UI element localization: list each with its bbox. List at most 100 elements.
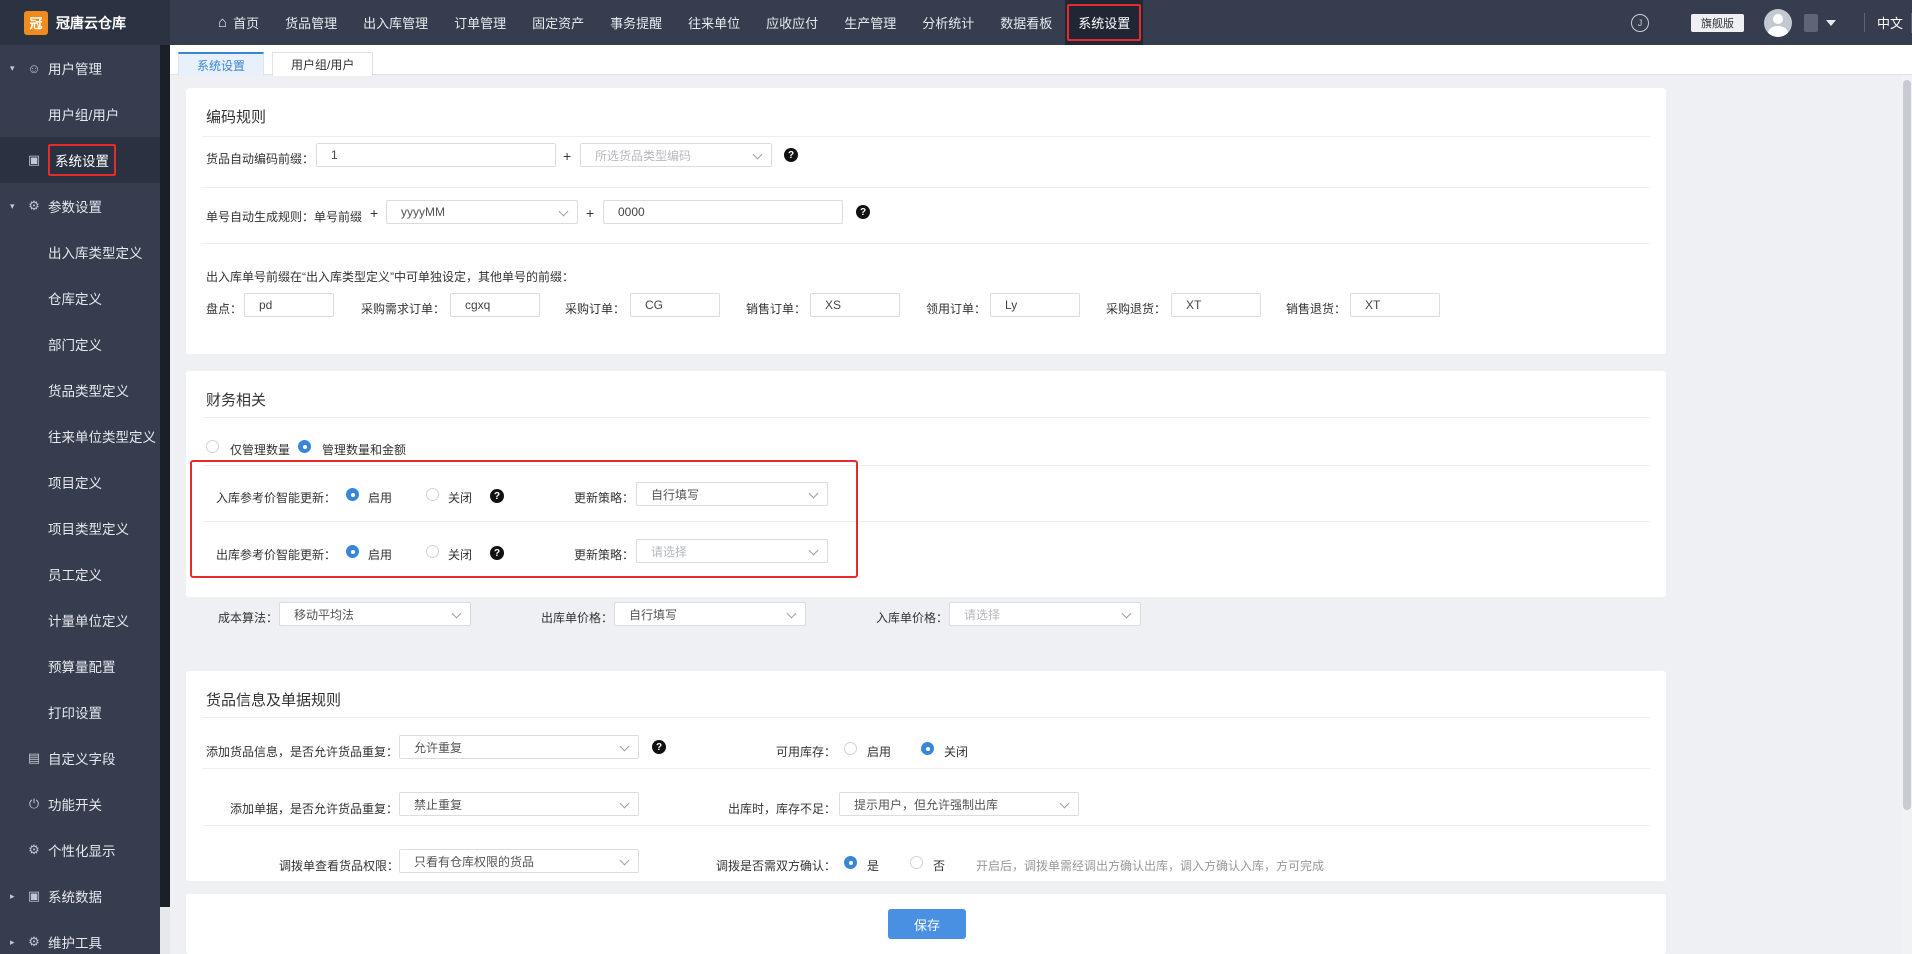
finance-title: 财务相关 [206, 392, 267, 409]
prefix-label-purchase-demand: 采购需求订单： [361, 302, 446, 316]
language-switch[interactable]: 中文 [1863, 13, 1903, 32]
add-doc-dup-label: 添加单据，是否允许货品重复： [230, 802, 399, 816]
sidebar-group-system-data[interactable]: ▸ ▣ 系统数据 [0, 873, 160, 919]
radio-transfer-confirm-yes[interactable] [844, 856, 857, 869]
sidebar-item-personalize[interactable]: ⚙ 个性化显示 [0, 827, 160, 873]
nav-item-home[interactable]: ⌂ 首页 [205, 0, 272, 45]
chevron-down-icon[interactable] [1825, 19, 1836, 26]
chevron-down-icon [619, 741, 630, 752]
transfer-view-label: 调拨单查看货品权限： [279, 859, 400, 873]
goods-prefix-input[interactable]: 1 [316, 143, 556, 167]
divider [202, 187, 1650, 188]
logo-icon: 冠 [24, 10, 48, 35]
order-serial-input[interactable]: 0000 [603, 200, 843, 224]
sidebar-item-project-types[interactable]: 项目类型定义 [0, 505, 160, 551]
sidebar-item-partner-types[interactable]: 往来单位类型定义 [0, 413, 160, 459]
prefix-input-purchase-return[interactable]: XT [1171, 293, 1261, 317]
divider [202, 825, 1650, 826]
plus-sign: + [370, 205, 379, 221]
prefix-input-stocktake[interactable]: pd [244, 293, 334, 317]
chevron-down-icon [752, 149, 763, 160]
notification-circle-icon[interactable]: J [1630, 13, 1649, 32]
add-goods-dup-select[interactable]: 允许重复 [399, 735, 639, 759]
radio-transfer-confirm-no[interactable] [910, 856, 923, 869]
sidebar-item-departments[interactable]: 部门定义 [0, 321, 160, 367]
sidebar-scrollbar-thumb[interactable] [160, 45, 170, 907]
radio-qty-only[interactable] [206, 440, 219, 453]
nav-item-system-settings[interactable]: 系统设置 [1065, 0, 1144, 45]
prefix-label-stocktake: 盘点： [206, 302, 243, 316]
sidebar-group-parameters[interactable]: ▾ ⚙ 参数设置 [0, 183, 160, 229]
sidebar-item-projects[interactable]: 项目定义 [0, 459, 160, 505]
gear-icon: ⚙ [28, 198, 40, 213]
sidebar-item-custom-fields[interactable]: ▤ 自定义字段 [0, 735, 160, 781]
sidebar-item-inout-types[interactable]: 出入库类型定义 [0, 229, 160, 275]
sidebar-item-goods-types[interactable]: 货品类型定义 [0, 367, 160, 413]
plus-sign: + [586, 205, 595, 221]
label-qty-and-amount: 管理数量和金额 [322, 443, 407, 457]
edition-badge: 旗舰版 [1690, 13, 1744, 32]
order-date-format-select[interactable]: yyyyMM [386, 200, 578, 224]
sidebar-item-print[interactable]: 打印设置 [0, 689, 160, 735]
content-scrollbar-thumb[interactable] [1903, 80, 1911, 810]
prefix-label-requisition: 领用订单： [926, 302, 987, 316]
out-insufficient-label: 出库时，库存不足： [728, 802, 837, 816]
out-unit-price-select[interactable]: 自行填写 [614, 602, 806, 626]
sidebar-item-system-settings[interactable]: ▣ 系统设置 [0, 137, 160, 183]
radio-available-stock-enable[interactable] [844, 742, 857, 755]
user-icon: ☺ [27, 60, 41, 76]
out-insufficient-select[interactable]: 提示用户，但允许强制出库 [839, 792, 1079, 816]
sidebar-item-budget[interactable]: 预算量配置 [0, 643, 160, 689]
prefix-input-purchase-demand[interactable]: cgxq [450, 293, 540, 317]
tab-user-groups[interactable]: 用户组/用户 [272, 52, 374, 76]
logo[interactable]: 冠 冠唐云仓库 [0, 0, 170, 45]
sidebar-item-employees[interactable]: 员工定义 [0, 551, 160, 597]
monitor-icon: ▣ [27, 152, 41, 167]
label-qty-only: 仅管理数量 [230, 443, 291, 457]
nav-item-dashboard[interactable]: 数据看板 [987, 0, 1065, 45]
sidebar-item-user-groups[interactable]: 用户组/用户 [0, 91, 160, 137]
in-unit-price-select[interactable]: 请选择 [949, 602, 1141, 626]
finance-card: 财务相关 仅管理数量 管理数量和金额 入库参考价智能更新： 启用 关闭 ? 更新… [186, 371, 1666, 597]
nav-item-receivables[interactable]: 应收应付 [753, 0, 831, 45]
tab-system-settings[interactable]: 系统设置 [178, 52, 265, 76]
sidebar-item-feature-switch[interactable]: ⏻ 功能开关 [0, 781, 160, 827]
prefix-input-requisition[interactable]: Ly [990, 293, 1080, 317]
divider [202, 417, 1650, 418]
prefix-label-purchase-return: 采购退货： [1106, 302, 1167, 316]
save-button[interactable]: 保存 [888, 909, 966, 939]
avatar[interactable] [1763, 8, 1792, 37]
goods-type-code-select[interactable]: 所选货品类型编码 [580, 143, 772, 167]
add-goods-dup-label: 添加货品信息，是否允许货品重复： [206, 745, 399, 759]
content-scrollbar[interactable] [1902, 75, 1912, 954]
nav-item-analytics[interactable]: 分析统计 [909, 0, 987, 45]
nav-item-assets[interactable]: 固定资产 [519, 0, 597, 45]
prefix-input-sales-return[interactable]: XT [1350, 293, 1440, 317]
prefix-input-sales-order[interactable]: XS [810, 293, 900, 317]
sidebar-group-maintenance[interactable]: ▸ ⚙ 维护工具 [0, 919, 160, 954]
nav-item-partners[interactable]: 往来单位 [675, 0, 753, 45]
sidebar-group-user-management[interactable]: ▾ ☺ 用户管理 [0, 45, 160, 91]
caret-down-icon: ▾ [10, 200, 15, 211]
help-icon[interactable]: ? [784, 148, 798, 162]
nav-item-production[interactable]: 生产管理 [831, 0, 909, 45]
transfer-view-select[interactable]: 只看有仓库权限的货品 [399, 849, 639, 873]
sidebar-scrollbar[interactable] [160, 45, 170, 954]
nav-item-reminders[interactable]: 事务提醒 [597, 0, 675, 45]
nav-item-stock[interactable]: 出入库管理 [350, 0, 441, 45]
radio-available-stock-disable[interactable] [921, 742, 934, 755]
prefix-input-purchase-order[interactable]: CG [630, 293, 720, 317]
logo-text: 冠唐云仓库 [56, 14, 126, 31]
transfer-hint: 开启后，调拨单需经调出方确认出库，调入方确认入库，方可完成 [976, 859, 1325, 873]
cost-method-select[interactable]: 移动平均法 [279, 602, 471, 626]
nav-item-orders[interactable]: 订单管理 [441, 0, 519, 45]
sidebar-item-warehouses[interactable]: 仓库定义 [0, 275, 160, 321]
nav-item-goods[interactable]: 货品管理 [272, 0, 350, 45]
help-icon[interactable]: ? [856, 205, 870, 219]
help-icon[interactable]: ? [652, 740, 666, 754]
in-unit-price-label: 入库单价格： [876, 611, 949, 625]
sidebar-item-units[interactable]: 计量单位定义 [0, 597, 160, 643]
add-doc-dup-select[interactable]: 禁止重复 [399, 792, 639, 816]
radio-qty-and-amount[interactable] [298, 440, 311, 453]
tab-bar: 系统设置 用户组/用户 [170, 45, 1912, 76]
